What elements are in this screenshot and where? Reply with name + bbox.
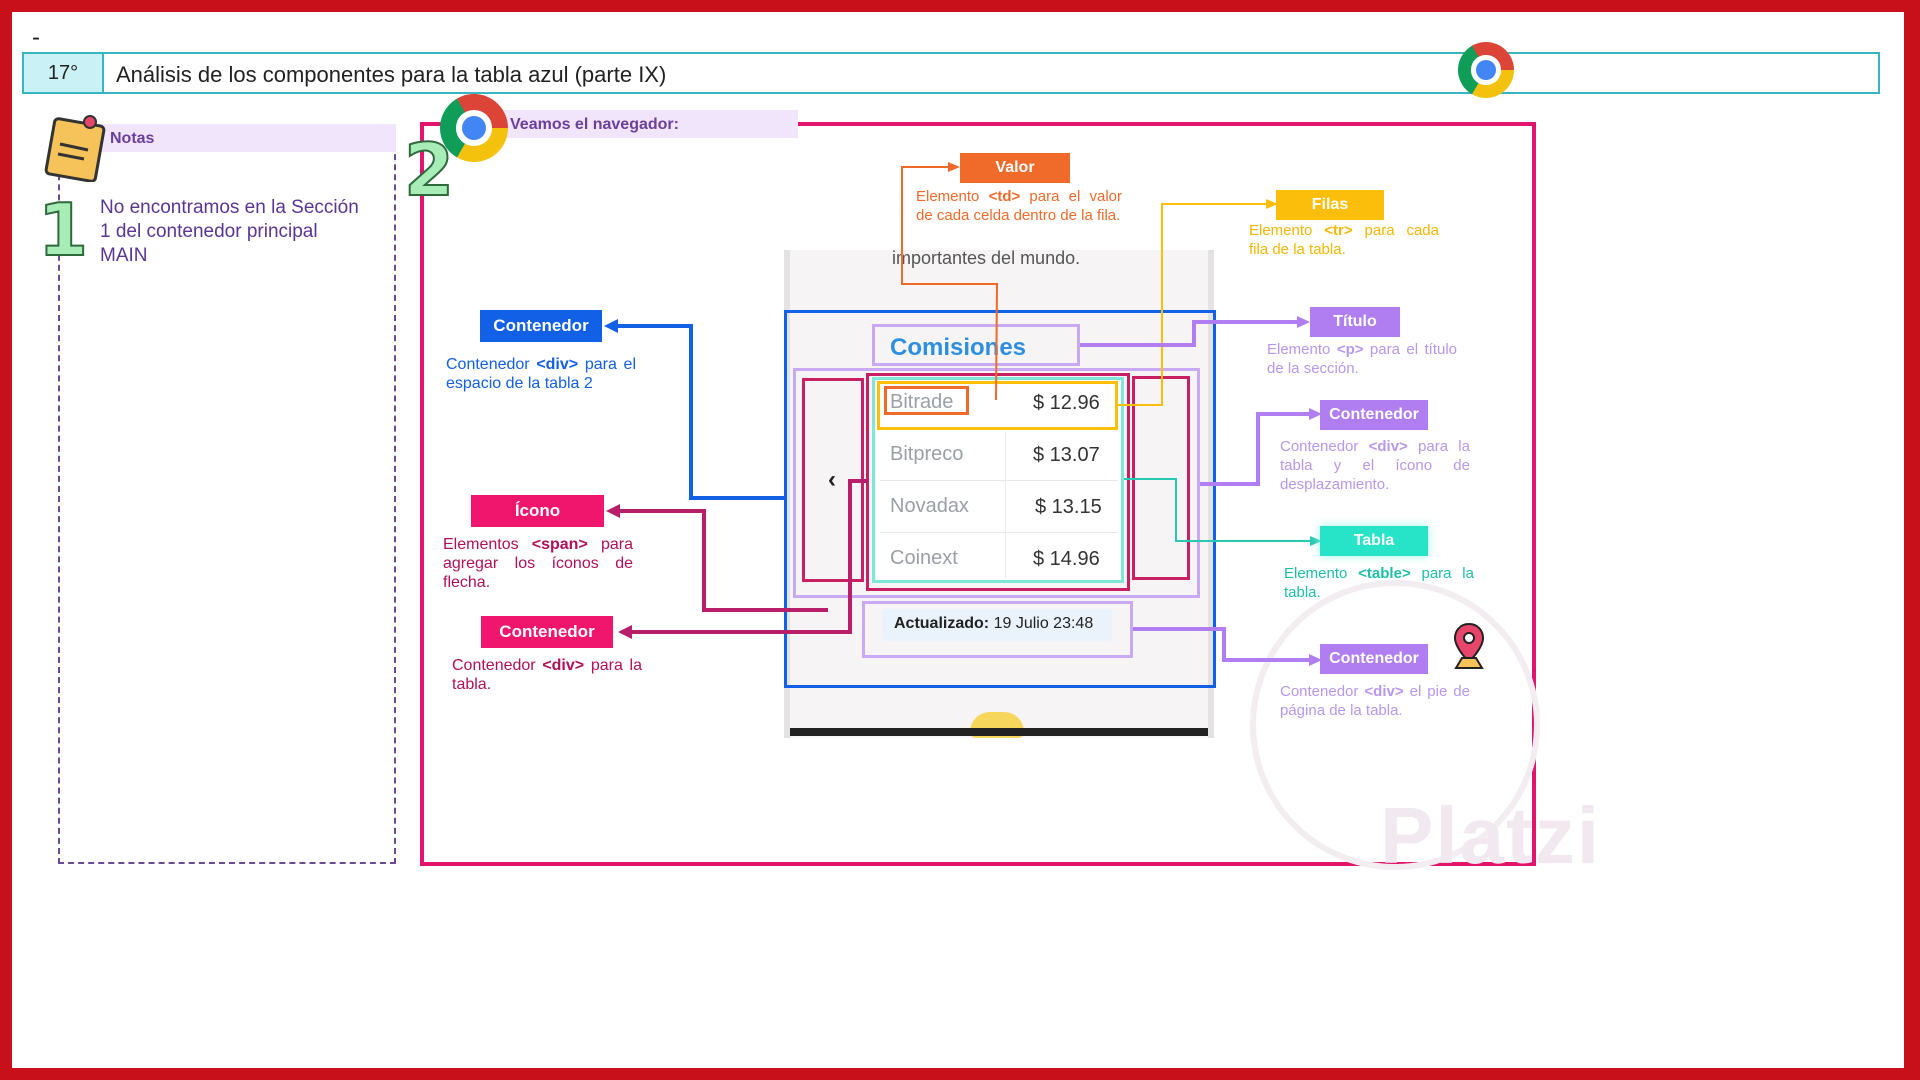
desc-contenedor-pie: Contenedor <div> el pie de página de la … bbox=[1280, 683, 1470, 719]
desc-contenedor-tabla: Contenedor <div> para la tabla. bbox=[452, 657, 642, 693]
label-contenedor-pie: Contenedor bbox=[1320, 644, 1428, 674]
phone-partial-text: importantes del mundo. bbox=[892, 248, 1081, 268]
desc-filas: Elemento <tr> para cada fila de la tabla… bbox=[1249, 222, 1439, 258]
outline-title bbox=[872, 324, 1080, 366]
platzi-watermark: Platzi bbox=[1380, 791, 1601, 880]
chrome-icon bbox=[440, 94, 508, 162]
desc-contenedor-tabla-icono: Contenedor <div> para la tabla y el ícon… bbox=[1280, 438, 1470, 493]
notes-title: Notas bbox=[110, 130, 155, 147]
notes-text: No encontramos en la Sección 1 del conte… bbox=[100, 197, 359, 266]
desc-icono: Elementos <span> para agregar los íconos… bbox=[443, 536, 633, 591]
desc-contenedor-espacio: Contenedor <div> para el espacio de la t… bbox=[446, 356, 636, 392]
phone-bottom-bar bbox=[790, 728, 1208, 736]
slide-header: 17° Análisis de los componentes para la … bbox=[22, 52, 1880, 94]
map-pin-icon bbox=[1453, 622, 1485, 669]
outline-footer bbox=[862, 601, 1133, 658]
label-contenedor-espacio: Contenedor bbox=[480, 310, 602, 342]
desc-tabla: Elemento <table> para la tabla. bbox=[1284, 565, 1474, 601]
step-one-number: 1 bbox=[37, 187, 89, 273]
sticky-note-icon bbox=[44, 115, 106, 182]
outline-icon-left bbox=[802, 378, 864, 582]
slide-number: 17° bbox=[24, 54, 104, 92]
label-titulo: Título bbox=[1310, 307, 1400, 337]
desc-valor: Elemento <td> para el valor de cada celd… bbox=[916, 188, 1122, 224]
label-contenedor-tabla-icono: Contenedor bbox=[1320, 400, 1428, 430]
label-icono: Ícono bbox=[471, 495, 604, 527]
browser-header: Veamos el navegador: bbox=[500, 110, 798, 138]
label-valor: Valor bbox=[960, 153, 1070, 183]
desc-titulo: Elemento <p> para el título de la secció… bbox=[1267, 341, 1458, 377]
browser-title: Veamos el navegador: bbox=[510, 116, 679, 133]
label-filas: Filas bbox=[1276, 190, 1384, 220]
outline-cell bbox=[884, 386, 969, 415]
chrome-icon bbox=[1458, 42, 1514, 98]
top-dash: - bbox=[32, 24, 40, 51]
outline-icon-right bbox=[1132, 376, 1190, 580]
notes-header: Notas bbox=[92, 124, 396, 152]
label-contenedor-tabla: Contenedor bbox=[481, 616, 613, 648]
label-tabla: Tabla bbox=[1320, 526, 1428, 556]
slide-title: Análisis de los componentes para la tabl… bbox=[116, 62, 667, 87]
